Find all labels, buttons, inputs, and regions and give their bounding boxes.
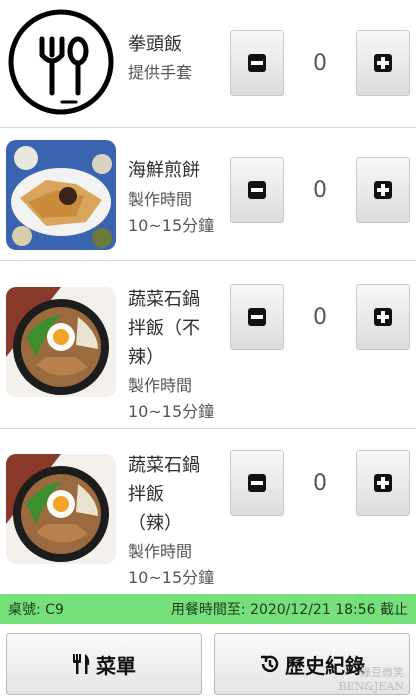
plus-icon xyxy=(374,181,392,199)
item-desc: 提供手套 xyxy=(128,63,193,82)
utensils-logo-icon xyxy=(6,7,116,117)
plus-icon xyxy=(374,474,392,492)
status-bar: 桌號: C9 用餐時間至: 2020/12/21 18:56 截止 xyxy=(0,594,416,624)
item-desc: 10~15分鐘 xyxy=(128,568,215,587)
plus-icon xyxy=(374,54,392,72)
menu-button-label: 菜單 xyxy=(96,653,136,678)
item-desc: 10~15分鐘 xyxy=(128,216,215,235)
item-desc: 10~15分鐘 xyxy=(128,402,215,421)
decrease-button[interactable] xyxy=(230,157,284,223)
quantity-value: 0 xyxy=(286,284,354,350)
item-name: 蔬菜石鍋 xyxy=(128,289,200,310)
minus-icon xyxy=(248,54,266,72)
item-desc: 製作時間 xyxy=(128,190,193,209)
item-name: 蔬菜石鍋 xyxy=(128,455,200,476)
item-name: 拳頭飯 xyxy=(128,34,182,55)
increase-button[interactable] xyxy=(356,450,410,516)
quantity-value: 0 xyxy=(286,157,354,223)
decrease-button[interactable] xyxy=(230,30,284,96)
menu-list: 拳頭飯 提供手套 0 海鮮煎餅 製作時間 10~15分鐘 0 蔬菜石鍋 拌飯（不… xyxy=(0,0,416,594)
decrease-button[interactable] xyxy=(230,284,284,350)
quantity-value: 0 xyxy=(286,450,354,516)
menu-item: 蔬菜石鍋 拌飯 （辣） 製作時間 10~15分鐘 0 xyxy=(0,429,416,594)
minus-icon xyxy=(248,181,266,199)
item-name: （辣） xyxy=(128,513,182,534)
table-number: 桌號: C9 xyxy=(8,602,64,618)
menu-item: 海鮮煎餅 製作時間 10~15分鐘 0 xyxy=(0,128,416,261)
item-desc: 製作時間 xyxy=(128,542,193,561)
quantity-stepper: 0 xyxy=(230,30,410,96)
quantity-value: 0 xyxy=(286,30,354,96)
increase-button[interactable] xyxy=(356,30,410,96)
item-name: 海鮮煎餅 xyxy=(128,160,200,181)
increase-button[interactable] xyxy=(356,157,410,223)
menu-button[interactable]: 菜單 xyxy=(6,633,202,695)
quantity-stepper: 0 xyxy=(230,157,410,223)
item-name: 辣） xyxy=(128,347,164,368)
quantity-stepper: 0 xyxy=(230,284,410,350)
watermark: 綠豆微笑 BEN&JEAN xyxy=(338,666,404,693)
menu-item: 蔬菜石鍋 拌飯（不 辣） 製作時間 10~15分鐘 0 xyxy=(0,261,416,429)
item-name: 拌飯 xyxy=(128,484,164,505)
plus-icon xyxy=(374,308,392,326)
minus-icon xyxy=(248,474,266,492)
increase-button[interactable] xyxy=(356,284,410,350)
bibimbap-photo xyxy=(6,287,116,397)
minus-icon xyxy=(248,308,266,326)
menu-item: 拳頭飯 提供手套 0 xyxy=(0,0,416,128)
utensils-icon xyxy=(73,654,90,674)
bibimbap-spicy-photo xyxy=(6,454,116,564)
decrease-button[interactable] xyxy=(230,450,284,516)
quantity-stepper: 0 xyxy=(230,450,410,516)
dining-time-limit: 用餐時間至: 2020/12/21 18:56 截止 xyxy=(170,602,408,618)
seafood-pancake-photo xyxy=(6,140,116,250)
item-name: 拌飯（不 xyxy=(128,318,200,339)
history-icon xyxy=(261,655,279,673)
item-desc: 製作時間 xyxy=(128,376,193,395)
